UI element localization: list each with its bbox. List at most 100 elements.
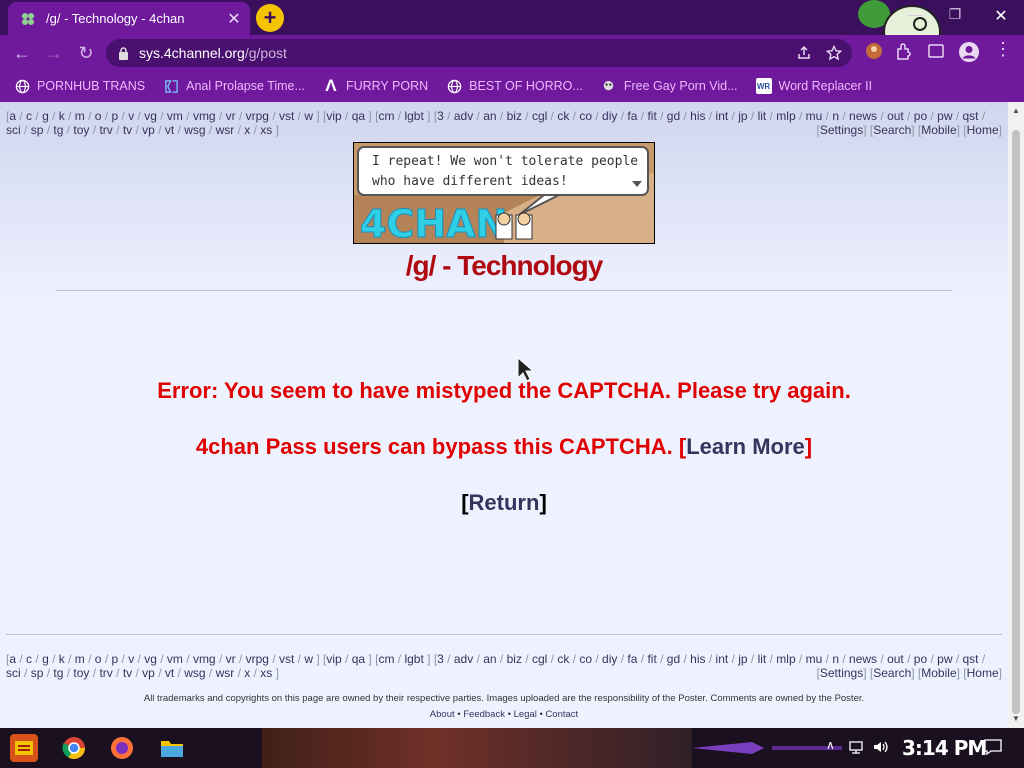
new-tab-button[interactable]: + <box>256 4 284 32</box>
scroll-thumb[interactable] <box>1012 130 1020 714</box>
board-link[interactable]: vp <box>142 666 155 680</box>
media-icon[interactable] <box>926 41 946 66</box>
bookmark-item[interactable]: Free Gay Porn Vid... <box>601 78 738 94</box>
board-link[interactable]: lgbt <box>404 652 423 666</box>
board-link[interactable]: w <box>304 652 313 666</box>
board-link[interactable]: vt <box>165 123 174 137</box>
restore-button[interactable]: ❐ <box>940 6 970 23</box>
board-link[interactable]: tg <box>53 666 63 680</box>
board-link[interactable]: vrpg <box>246 652 269 666</box>
tab-active[interactable]: /g/ - Technology - 4chan ✕ <box>8 2 250 35</box>
scroll-down-arrow-icon[interactable]: ▼ <box>1008 712 1024 726</box>
board-link[interactable]: biz <box>507 652 522 666</box>
window-close-button[interactable]: ✕ <box>986 6 1016 26</box>
contact-link[interactable]: Contact <box>545 709 578 720</box>
board-link[interactable]: vr <box>226 109 236 123</box>
board-link[interactable]: vst <box>279 109 294 123</box>
board-link[interactable]: co <box>579 109 592 123</box>
extensions-puzzle-icon[interactable] <box>894 41 914 66</box>
board-link[interactable]: m <box>75 109 85 123</box>
return-link[interactable]: Return <box>469 490 540 515</box>
board-link[interactable]: out <box>887 109 904 123</box>
nav-mobile-link[interactable]: Mobile <box>921 123 956 137</box>
board-link[interactable]: sci <box>6 666 21 680</box>
board-link[interactable]: mu <box>806 109 823 123</box>
board-link[interactable]: 3 <box>437 109 444 123</box>
board-banner[interactable]: I repeat! We won't tolerate people who h… <box>353 142 655 244</box>
share-icon[interactable] <box>796 45 812 66</box>
menu-kebab-icon[interactable]: ⋮ <box>994 39 1012 60</box>
board-link[interactable]: diy <box>602 652 617 666</box>
board-link[interactable]: lit <box>758 652 767 666</box>
board-link[interactable]: wsr <box>216 666 235 680</box>
nav-home-link[interactable]: Home <box>967 123 999 137</box>
board-link[interactable]: n <box>832 652 839 666</box>
board-link[interactable]: qa <box>352 652 365 666</box>
board-link[interactable]: fa <box>627 109 637 123</box>
bookmark-item[interactable]: BEST OF HORRO... <box>446 78 583 94</box>
network-icon[interactable] <box>848 739 864 760</box>
board-link[interactable]: mu <box>806 652 823 666</box>
board-link[interactable]: tg <box>53 123 63 137</box>
about-link[interactable]: About <box>430 709 455 720</box>
board-link[interactable]: fit <box>647 652 656 666</box>
board-link[interactable]: wsg <box>184 666 205 680</box>
board-link[interactable]: lgbt <box>404 109 423 123</box>
board-link[interactable]: tv <box>123 666 132 680</box>
board-link[interactable]: m <box>75 652 85 666</box>
nav-settings-link[interactable]: Settings <box>820 123 863 137</box>
board-link[interactable]: wsg <box>184 123 205 137</box>
board-link[interactable]: an <box>483 109 496 123</box>
board-link[interactable]: tv <box>123 123 132 137</box>
board-link[interactable]: vp <box>142 123 155 137</box>
bookmark-star-icon[interactable] <box>825 44 843 66</box>
board-link[interactable]: an <box>483 652 496 666</box>
learn-more-link[interactable]: Learn More <box>686 434 805 459</box>
minimize-button[interactable]: — <box>900 6 930 22</box>
board-link[interactable]: lit <box>758 109 767 123</box>
nav-search-link[interactable]: Search <box>873 666 911 680</box>
board-link[interactable]: trv <box>99 666 112 680</box>
address-bar[interactable]: sys.4channel.org/g/post <box>106 39 852 67</box>
board-link[interactable]: qst <box>963 109 979 123</box>
start-button[interactable] <box>10 734 38 762</box>
board-link[interactable]: ck <box>557 652 569 666</box>
board-link[interactable]: int <box>716 109 729 123</box>
board-link[interactable]: cm <box>378 652 394 666</box>
board-link[interactable]: cm <box>378 109 394 123</box>
board-link[interactable]: po <box>914 109 927 123</box>
board-link[interactable]: qst <box>963 652 979 666</box>
bookmark-item[interactable]: Anal Prolapse Time... <box>163 78 305 94</box>
board-link[interactable]: sci <box>6 123 21 137</box>
tab-close-button[interactable]: ✕ <box>222 9 246 29</box>
nav-search-link[interactable]: Search <box>873 123 911 137</box>
bookmark-item[interactable]: Λ FURRY PORN <box>323 76 428 95</box>
board-link[interactable]: biz <box>507 109 522 123</box>
board-link[interactable]: pw <box>937 652 952 666</box>
tray-chevron-icon[interactable]: ∧ <box>826 738 835 752</box>
board-link[interactable]: qa <box>352 109 365 123</box>
board-link[interactable]: mlp <box>776 109 795 123</box>
volume-icon[interactable] <box>872 739 890 760</box>
board-link[interactable]: co <box>579 652 592 666</box>
board-link[interactable]: vst <box>279 652 294 666</box>
board-link[interactable]: vr <box>226 652 236 666</box>
board-link[interactable]: vmg <box>193 109 216 123</box>
nav-home-link[interactable]: Home <box>967 666 999 680</box>
firefox-icon[interactable] <box>108 734 136 762</box>
profile-avatar-icon[interactable] <box>958 41 980 68</box>
forward-arrow-icon[interactable]: → <box>42 41 66 65</box>
chrome-icon[interactable] <box>60 734 88 762</box>
board-link[interactable]: his <box>690 109 705 123</box>
file-explorer-icon[interactable] <box>158 734 186 762</box>
board-link[interactable]: xs <box>260 123 272 137</box>
board-link[interactable]: trv <box>99 123 112 137</box>
board-link[interactable]: w <box>304 109 313 123</box>
board-link[interactable]: vm <box>167 109 183 123</box>
board-link[interactable]: mlp <box>776 652 795 666</box>
bookmark-item[interactable]: PORNHUB TRANS <box>14 78 145 94</box>
board-link[interactable]: jp <box>738 652 747 666</box>
extension-icon[interactable] <box>864 41 884 66</box>
board-link[interactable]: g <box>42 109 49 123</box>
board-link[interactable]: pw <box>937 109 952 123</box>
